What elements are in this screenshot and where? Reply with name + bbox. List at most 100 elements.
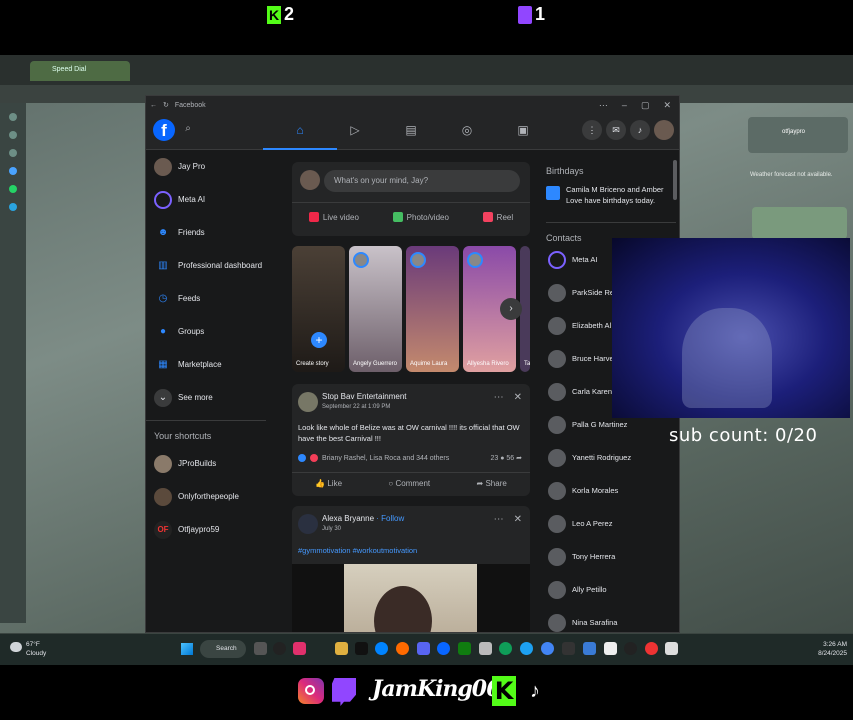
maximize-icon[interactable]: ▢ xyxy=(641,100,650,111)
marketplace-tab-icon[interactable]: ▤ xyxy=(402,123,420,141)
shortcut-item[interactable]: OF Otfjaypro59 xyxy=(146,513,276,546)
background-widget-card[interactable] xyxy=(752,207,847,239)
contact-item[interactable]: Nina Sarafina xyxy=(546,606,676,632)
taskbar-clock[interactable]: 3:26 AM 8/24/2025 xyxy=(818,640,847,658)
close-icon[interactable]: ✕ xyxy=(663,100,671,111)
xbox-icon[interactable] xyxy=(458,642,471,655)
post-hashtags[interactable]: #gymmotivation #workoutmotivation xyxy=(298,546,417,555)
tiktok-icon[interactable] xyxy=(355,642,368,655)
shortcut-item[interactable]: JProBuilds xyxy=(146,447,276,480)
left-nav-item-feeds[interactable]: ◷ Feeds xyxy=(146,282,276,315)
app-icon[interactable] xyxy=(645,642,658,655)
more-options-icon[interactable]: ⋯ xyxy=(599,100,608,111)
back-arrow-icon[interactable]: ← xyxy=(150,102,157,109)
menu-grid-icon[interactable]: ⋮ xyxy=(582,120,602,140)
post-options-icon[interactable]: ⋯ xyxy=(494,392,504,403)
video-tab-icon[interactable]: ▷ xyxy=(346,123,364,141)
story-card[interactable]: Angely Guerrero xyxy=(349,246,402,372)
unreal-icon[interactable] xyxy=(273,642,286,655)
sidebar-messenger-icon[interactable] xyxy=(9,167,17,175)
left-nav-item-profile[interactable]: Jay Pro xyxy=(146,150,276,183)
contact-item[interactable]: Korla Morales xyxy=(546,474,676,507)
groups-tab-icon[interactable]: ◎ xyxy=(458,123,476,141)
window-titlebar: ← ↻ Facebook ⋯ – ▢ ✕ xyxy=(146,96,679,114)
like-button[interactable]: 👍 Like xyxy=(315,479,342,488)
minimize-icon[interactable]: – xyxy=(622,100,627,111)
left-nav-item-see-more[interactable]: ⌄ See more xyxy=(146,381,276,414)
contact-item[interactable]: Yanetti Rodriguez xyxy=(546,441,676,474)
news-feed: What's on your mind, Jay? Live video Pho… xyxy=(292,150,530,632)
post-author-avatar[interactable] xyxy=(298,392,318,412)
composer-input[interactable]: What's on your mind, Jay? xyxy=(324,170,520,192)
sidebar-history-icon[interactable] xyxy=(9,149,17,157)
birthday-notice[interactable]: Camila M Briceno and Amber Love have bir… xyxy=(546,184,676,206)
left-nav-item-professional-dashboard[interactable]: ▥ Professional dashboard xyxy=(146,249,276,282)
sidebar-telegram-icon[interactable] xyxy=(9,203,17,211)
contact-item[interactable]: Leo A Perez xyxy=(546,507,676,540)
follow-link[interactable]: · Follow xyxy=(376,514,404,523)
story-card[interactable]: Aquime Laura xyxy=(406,246,459,372)
left-nav-item-marketplace[interactable]: ▦ Marketplace xyxy=(146,348,276,381)
speed-dial-tab[interactable]: Speed Dial xyxy=(30,61,130,81)
stories-next-arrow-icon[interactable]: › xyxy=(500,298,522,320)
facebook-logo-icon[interactable]: f xyxy=(153,119,175,141)
reel-button[interactable]: Reel xyxy=(482,212,513,222)
app-icon[interactable] xyxy=(396,642,409,655)
contact-item[interactable]: Tony Herrera xyxy=(546,540,676,573)
app-icon[interactable] xyxy=(665,642,678,655)
background-browser-sidebar xyxy=(0,103,26,623)
post-reactions[interactable]: Briany Rashel, Lisa Roca and 344 others xyxy=(298,454,449,462)
store-icon[interactable] xyxy=(479,642,492,655)
gaming-tab-icon[interactable]: ▣ xyxy=(514,123,532,141)
search-icon[interactable]: ⌕ xyxy=(180,123,196,139)
groups-icon: ● xyxy=(159,326,167,337)
post-author[interactable]: Alexa Bryanne xyxy=(322,514,374,523)
contact-item[interactable]: Ally Petillo xyxy=(546,573,676,606)
discord-icon[interactable] xyxy=(417,642,430,655)
post-options-icon[interactable]: ⋯ xyxy=(494,514,504,525)
post-author[interactable]: Stop Bav Entertainment xyxy=(322,392,407,401)
obs-icon[interactable] xyxy=(624,642,637,655)
post-counts[interactable]: 23 ● 56 ➦ xyxy=(490,454,522,462)
story-card-create[interactable]: + Create story xyxy=(292,246,345,372)
sidebar-home-icon[interactable] xyxy=(9,113,17,121)
notifications-bell-icon[interactable]: ♪ xyxy=(630,120,650,140)
windows-start-icon[interactable] xyxy=(181,643,193,655)
contact-name: Ally Petillo xyxy=(572,585,607,594)
taskbar-search[interactable]: Search xyxy=(200,640,246,658)
live-video-button[interactable]: Live video xyxy=(308,212,359,222)
shortcut-item[interactable]: Onlyforthepeople xyxy=(146,480,276,513)
home-tab-icon[interactable]: ⌂ xyxy=(263,123,337,150)
post-photo[interactable] xyxy=(292,564,530,632)
chrome-icon[interactable] xyxy=(541,642,554,655)
edge-icon[interactable] xyxy=(499,642,512,655)
taskbar-weather[interactable]: 67°F Cloudy xyxy=(10,640,46,658)
messenger-app-icon[interactable] xyxy=(375,642,388,655)
post-hide-icon[interactable]: ✕ xyxy=(514,514,522,525)
sidebar-bookmarks-icon[interactable] xyxy=(9,131,17,139)
left-nav-item-groups[interactable]: ● Groups xyxy=(146,315,276,348)
post-date[interactable]: July 30 xyxy=(322,526,341,532)
messenger-icon[interactable]: ✉ xyxy=(606,120,626,140)
window-scrollbar[interactable] xyxy=(673,160,677,200)
reload-icon[interactable]: ↻ xyxy=(163,101,169,109)
app-icon[interactable] xyxy=(604,642,617,655)
left-nav-item-meta-ai[interactable]: Meta AI xyxy=(146,183,276,216)
instagram-icon[interactable] xyxy=(293,642,306,655)
post-hide-icon[interactable]: ✕ xyxy=(514,392,522,403)
share-button[interactable]: ➦ Share xyxy=(477,479,507,488)
photo-video-button[interactable]: Photo/video xyxy=(392,212,449,222)
terminal-icon[interactable] xyxy=(562,642,575,655)
file-explorer-icon[interactable] xyxy=(335,642,348,655)
facebook-app-icon[interactable] xyxy=(437,642,450,655)
post-date[interactable]: September 22 at 1:09 PM xyxy=(322,404,390,410)
left-nav-item-friends[interactable]: ☻ Friends xyxy=(146,216,276,249)
account-avatar[interactable] xyxy=(654,120,674,140)
sidebar-whatsapp-icon[interactable] xyxy=(9,185,17,193)
post-author-avatar[interactable] xyxy=(298,514,318,534)
comment-button[interactable]: ○ Comment xyxy=(388,479,430,488)
task-view-icon[interactable] xyxy=(254,642,267,655)
app-icon[interactable] xyxy=(583,642,596,655)
browser-icon[interactable] xyxy=(520,642,533,655)
profile-card[interactable]: otfjaypro xyxy=(748,117,848,153)
